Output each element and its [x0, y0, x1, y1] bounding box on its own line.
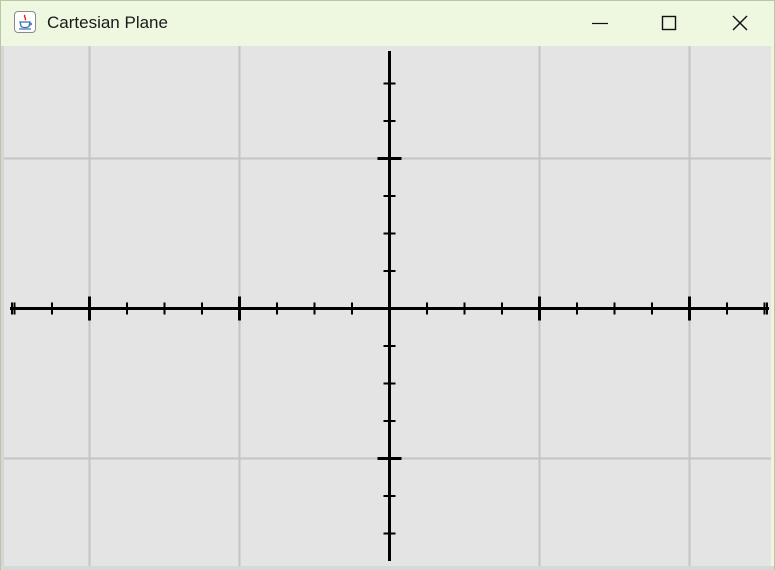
minimize-icon: [592, 22, 608, 25]
java-coffee-cup-icon: [14, 11, 36, 33]
window-title: Cartesian Plane: [47, 13, 168, 32]
window-bottom-edge: [1, 566, 774, 570]
cartesian-plane: [4, 46, 771, 566]
maximize-icon: [661, 15, 677, 31]
plane-canvas[interactable]: [4, 46, 771, 566]
minimize-button[interactable]: [577, 1, 623, 46]
close-icon: [732, 15, 748, 31]
close-button[interactable]: [717, 1, 763, 46]
maximize-button[interactable]: [646, 1, 692, 46]
app-window: Cartesian Plane: [0, 0, 775, 570]
title-bar[interactable]: Cartesian Plane: [1, 1, 774, 46]
